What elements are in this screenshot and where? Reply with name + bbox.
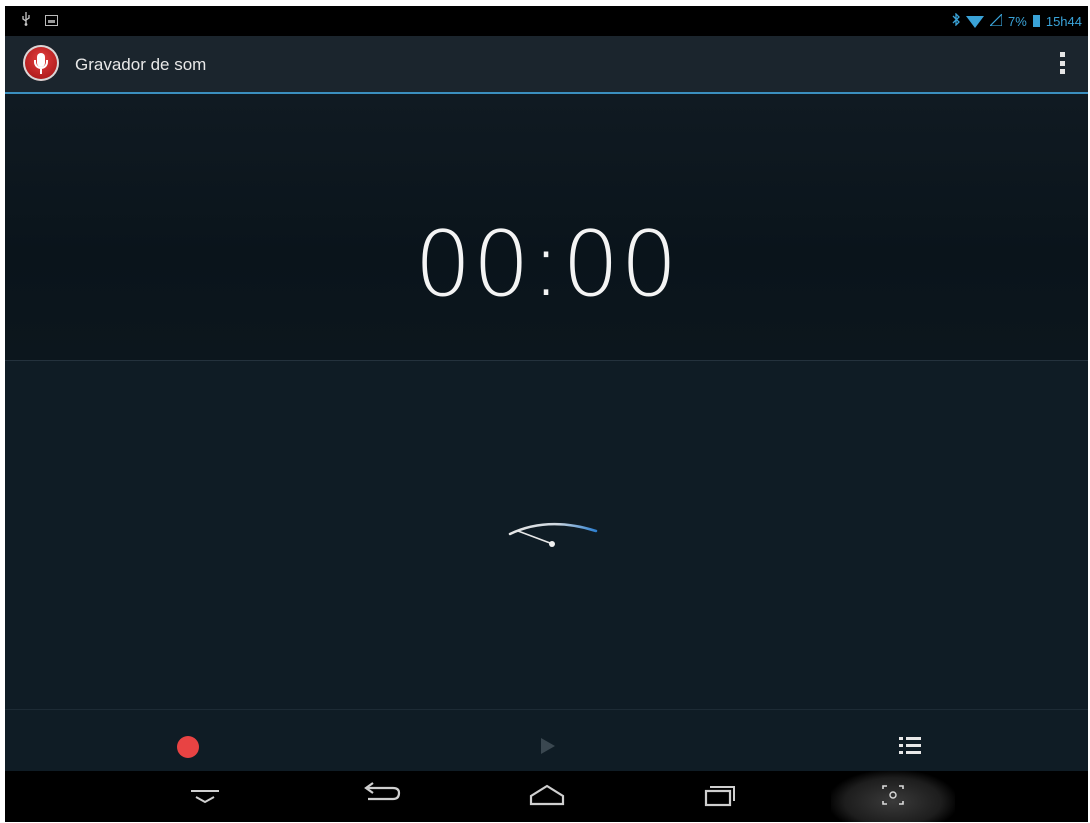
play-button[interactable] — [541, 738, 555, 754]
hide-keyboard-icon[interactable] — [165, 771, 245, 822]
app-title: Gravador de som — [75, 55, 207, 74]
recordings-list-button[interactable] — [899, 737, 921, 755]
home-icon[interactable] — [507, 771, 587, 822]
battery-percent: 7% — [1008, 13, 1027, 29]
back-icon[interactable] — [337, 771, 417, 822]
status-bar: 7% 15h44 — [5, 6, 1088, 36]
meter-needle — [517, 530, 551, 544]
recording-timer: 00:00 — [414, 212, 679, 317]
screenshot-icon[interactable] — [831, 771, 955, 822]
battery-icon — [1032, 15, 1040, 27]
controls-bar — [5, 709, 1088, 772]
bluetooth-icon — [952, 12, 960, 29]
action-bar: Gravador de som — [5, 36, 1088, 94]
meter-panel — [5, 361, 1088, 709]
vu-meter-icon — [508, 523, 598, 547]
timer-panel: 00:00 — [5, 94, 1088, 361]
clock: 15h44 — [1045, 13, 1082, 29]
usb-icon — [21, 12, 31, 29]
signal-icon — [988, 12, 1003, 29]
image-notification-icon — [45, 15, 58, 26]
recent-apps-icon[interactable] — [679, 771, 759, 822]
microphone-icon[interactable] — [23, 45, 59, 81]
navigation-bar — [5, 771, 1088, 822]
wifi-icon — [966, 16, 985, 28]
record-button[interactable] — [177, 736, 199, 758]
overflow-menu-icon[interactable] — [1060, 52, 1066, 74]
recorder-screen: 7% 15h44 Gravador de som 00:00 — [5, 6, 1088, 822]
